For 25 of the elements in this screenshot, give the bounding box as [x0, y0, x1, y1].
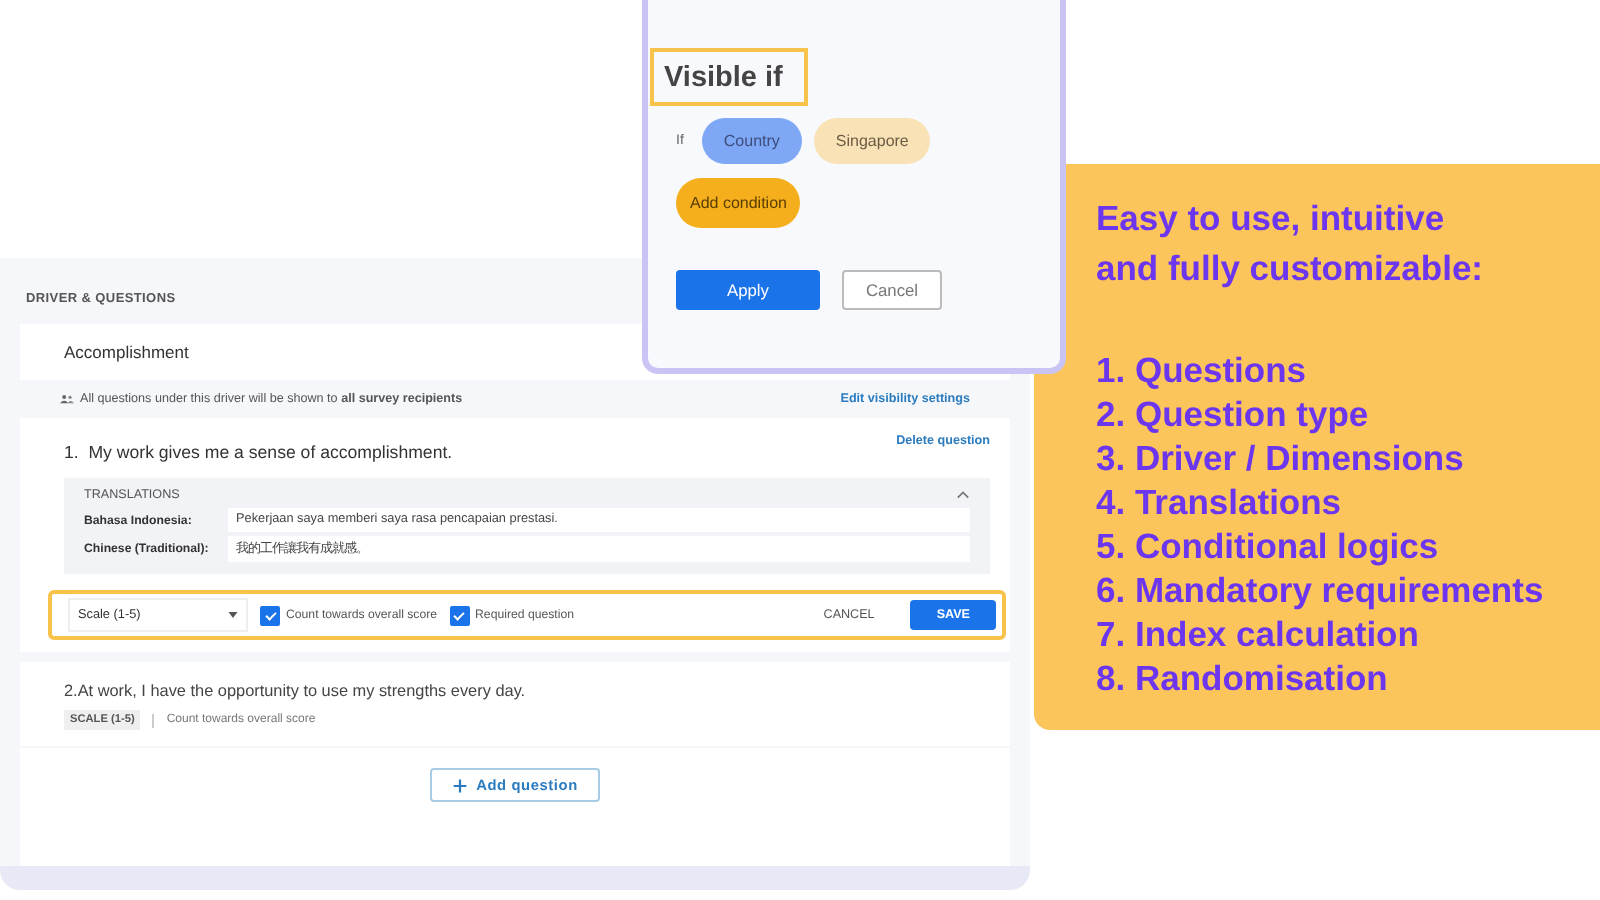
cancel-button[interactable]: Cancel [842, 270, 942, 310]
condition-chip[interactable]: Country [701, 118, 802, 164]
plus-icon [452, 777, 469, 793]
condition-chip[interactable]: Singapore [813, 118, 931, 164]
feature-item: 6. Mandatory requirements [1096, 568, 1546, 612]
checkbox[interactable] [449, 605, 470, 625]
feature-item: 8. Randomisation [1096, 656, 1390, 700]
feature-item: 5. Conditional logics [1096, 524, 1441, 568]
feature-item: 3. Driver / Dimensions [1096, 436, 1466, 480]
driver-name: Accomplishment [64, 342, 189, 362]
checkbox[interactable] [260, 605, 280, 625]
question-text: 2.At work, I have the opportunity to use my strengths every day. [64, 682, 528, 700]
feature-item: 4. Translations [1096, 480, 1344, 524]
people-icon [60, 394, 74, 404]
chevron-icon[interactable] [956, 490, 970, 500]
add-condition-button[interactable]: Add condition [676, 178, 801, 228]
feature-item: 1. Questions [1096, 348, 1309, 392]
feature-item: 2. Question type [1096, 392, 1371, 436]
caret-icon [228, 612, 238, 618]
question-text: 1. My work gives me a sense of accomplishment. [64, 442, 455, 462]
popup-title: Visible if [650, 48, 809, 106]
apply-button[interactable]: Apply [676, 270, 820, 310]
feature-item: 7. Index calculation [1096, 612, 1421, 656]
card-heading: and fully customizable: [1096, 246, 1485, 292]
card-heading: Easy to use, intuitive [1096, 196, 1447, 242]
